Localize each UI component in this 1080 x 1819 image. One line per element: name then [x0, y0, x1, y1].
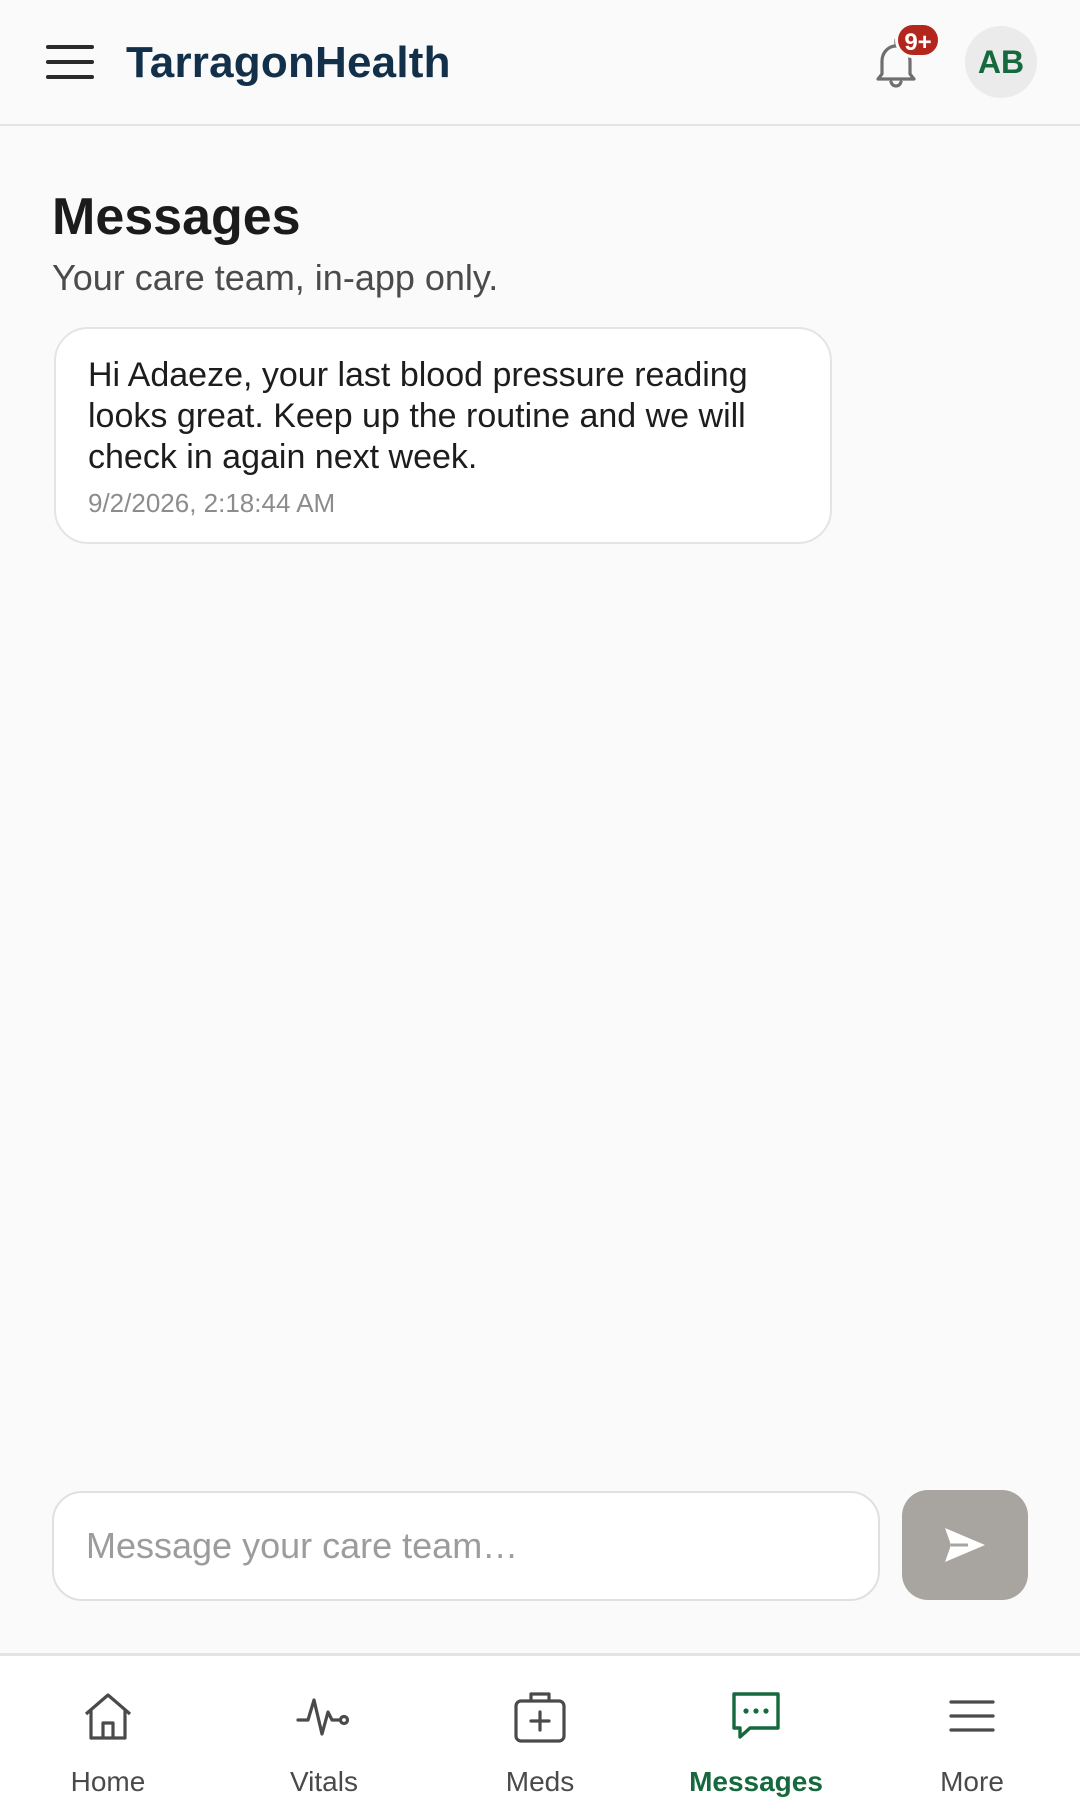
page-subtitle: Your care team, in-app only.: [52, 257, 499, 298]
nav-meds[interactable]: Meds: [432, 1656, 648, 1819]
menu-icon: [949, 1700, 995, 1732]
notification-count-badge: 9+: [895, 22, 941, 58]
page-title: Messages: [52, 188, 301, 246]
top-app-bar: TarragonHealth 9+ AB: [0, 0, 1080, 126]
send-icon: [945, 1528, 985, 1562]
nav-meds-label: Meds: [505, 1766, 575, 1797]
nav-vitals-label: Vitals: [290, 1766, 358, 1797]
send-button[interactable]: [902, 1490, 1028, 1600]
nav-home-label: Home: [70, 1766, 146, 1797]
nav-home[interactable]: Home: [0, 1656, 216, 1819]
nav-more[interactable]: More: [864, 1656, 1080, 1819]
home-icon: [84, 1693, 132, 1740]
nav-vitals[interactable]: Vitals: [216, 1656, 432, 1819]
user-avatar[interactable]: AB: [965, 26, 1037, 98]
message-bubble: Hi Adaeze, your last blood pressure read…: [54, 327, 832, 544]
hamburger-menu-icon[interactable]: [46, 45, 94, 79]
pulse-icon: [296, 1698, 350, 1736]
app-root: TarragonHealth 9+ AB Messages Your care …: [0, 0, 1080, 1819]
brand-title: TarragonHealth: [126, 38, 451, 87]
nav-messages[interactable]: Messages: [648, 1656, 864, 1819]
nav-messages-label: Messages: [689, 1766, 823, 1797]
message-input[interactable]: [52, 1491, 880, 1601]
bottom-navigation: Home Vitals Meds Messages More: [0, 1653, 1080, 1819]
medkit-icon: [514, 1692, 566, 1743]
message-timestamp: 9/2/2026, 2:18:44 AM: [88, 488, 336, 518]
message-text: Hi Adaeze, your last blood pressure read…: [88, 356, 748, 476]
chat-icon: [732, 1692, 780, 1739]
nav-more-label: More: [940, 1766, 1004, 1797]
